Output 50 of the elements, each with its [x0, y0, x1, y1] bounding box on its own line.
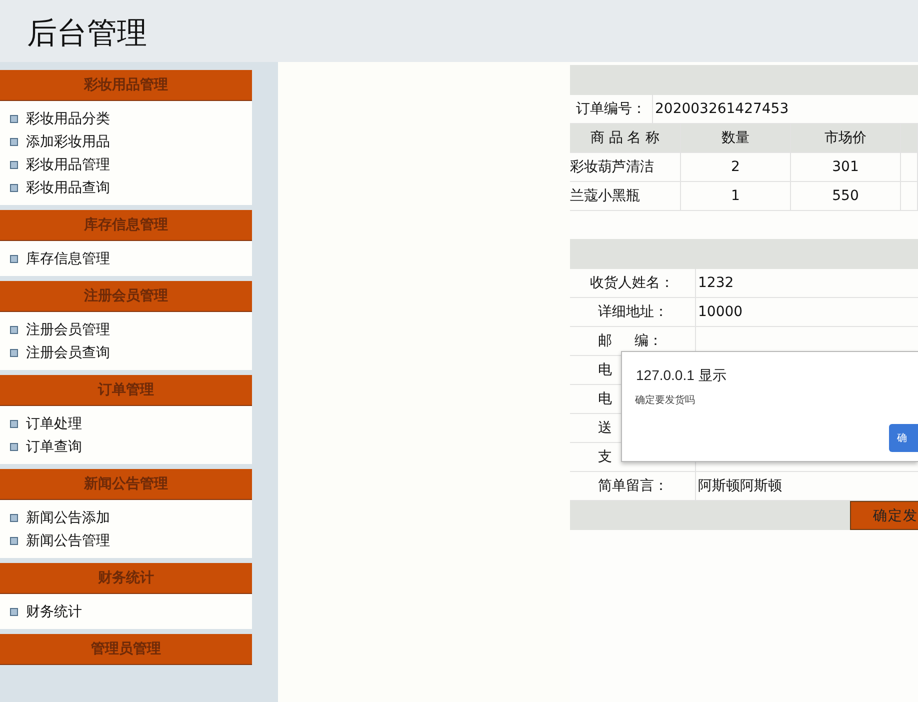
bullet-icon: [10, 184, 18, 192]
field-label: 订单编号：: [570, 95, 653, 123]
field-label: 邮 编：: [598, 334, 662, 348]
order-number: 202003261427453: [654, 100, 790, 119]
table-cell: 彩妆葫芦清洁: [570, 153, 681, 181]
field-label: 电: [598, 392, 612, 406]
menu-link[interactable]: 添加彩妆用品: [26, 132, 110, 150]
table-cell: 550: [791, 182, 901, 210]
field-label: 简单留言：: [598, 479, 668, 493]
column-header: 商 品 名 称: [570, 124, 681, 152]
menu-link[interactable]: 彩妆用品分类: [26, 110, 110, 128]
table-cell: 1: [681, 182, 791, 210]
field-label: 送: [598, 421, 612, 435]
bullet-icon: [10, 160, 18, 168]
field-value: 阿斯顿阿斯顿: [697, 477, 783, 496]
table-cell: 2: [681, 153, 791, 181]
menu-link[interactable]: 订单查询: [26, 438, 82, 456]
menu-link[interactable]: 注册会员查询: [26, 344, 110, 362]
field-label: 详细地址：: [598, 305, 668, 319]
bullet-icon: [10, 536, 18, 544]
menu-link[interactable]: 库存信息管理: [26, 250, 110, 268]
menu-link[interactable]: 新闻公告添加: [26, 508, 110, 526]
bullet-icon: [10, 420, 18, 428]
dialog-title: 127.0.0.1 显示: [636, 367, 726, 385]
table-cell: 兰蔻小黑瓶: [570, 182, 681, 210]
bullet-icon: [10, 608, 18, 616]
dialog-message: 确定要发货吗: [635, 394, 695, 407]
bullet-icon: [10, 254, 18, 262]
menu-link[interactable]: 注册会员管理: [26, 320, 110, 338]
column-header: 市场价: [791, 124, 901, 152]
field-label: 支: [598, 450, 612, 464]
bullet-icon: [10, 326, 18, 334]
bullet-icon: [10, 114, 18, 122]
bullet-icon: [10, 442, 18, 450]
bullet-icon: [10, 138, 18, 146]
column-header: 数量: [681, 124, 791, 152]
menu-link[interactable]: 彩妆用品管理: [26, 156, 110, 174]
field-label: 收货人姓名：: [590, 276, 674, 290]
menu-link[interactable]: 彩妆用品查询: [26, 178, 110, 196]
menu-link[interactable]: 新闻公告管理: [26, 532, 110, 550]
menu-link[interactable]: 订单处理: [26, 414, 82, 432]
ok-button[interactable]: 确: [889, 424, 918, 452]
bullet-icon: [10, 348, 18, 356]
field-value: 10000: [697, 303, 744, 322]
page-title: 后台管理: [26, 15, 147, 53]
field-value: 1232: [697, 274, 735, 293]
bullet-icon: [10, 514, 18, 522]
table-cell: 301: [791, 153, 901, 181]
menu-link[interactable]: 财务统计: [26, 602, 82, 620]
field-label: 电: [598, 363, 612, 377]
